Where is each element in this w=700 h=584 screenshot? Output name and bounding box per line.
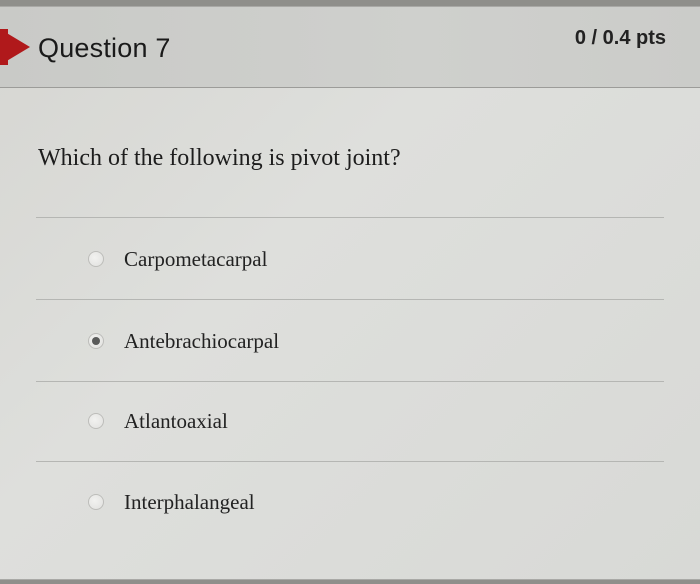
- answer-option-interphalangeal[interactable]: Interphalangeal: [88, 487, 255, 517]
- answer-option-carpometacarpal[interactable]: Carpometacarpal: [88, 244, 267, 274]
- answer-label: Atlantoaxial: [124, 408, 228, 433]
- answer-divider: [36, 217, 664, 218]
- radio-button-selected-icon[interactable]: [88, 333, 104, 349]
- answer-option-antebrachiocarpal[interactable]: Antebrachiocarpal: [88, 326, 279, 356]
- question-title: Question 7: [38, 33, 171, 63]
- answer-label: Antebrachiocarpal: [124, 328, 280, 353]
- answer-option-atlantoaxial[interactable]: Atlantoaxial: [88, 406, 228, 436]
- question-points: 0 / 0.4 pts: [574, 27, 666, 49]
- answer-divider: [36, 299, 664, 300]
- answer-divider: [36, 381, 664, 382]
- answer-label: Carpometacarpal: [124, 246, 268, 271]
- incorrect-flag-icon: [0, 29, 30, 65]
- question-card: Question 7 0 / 0.4 pts Which of the foll…: [0, 6, 700, 580]
- answer-label: Interphalangeal: [124, 489, 255, 514]
- radio-button-icon[interactable]: [88, 413, 104, 429]
- question-header: Question 7 0 / 0.4 pts: [0, 7, 700, 88]
- radio-button-icon[interactable]: [88, 494, 104, 510]
- question-text: Which of the following is pivot joint?: [38, 145, 401, 171]
- radio-button-icon[interactable]: [88, 251, 104, 267]
- answer-divider: [36, 461, 664, 462]
